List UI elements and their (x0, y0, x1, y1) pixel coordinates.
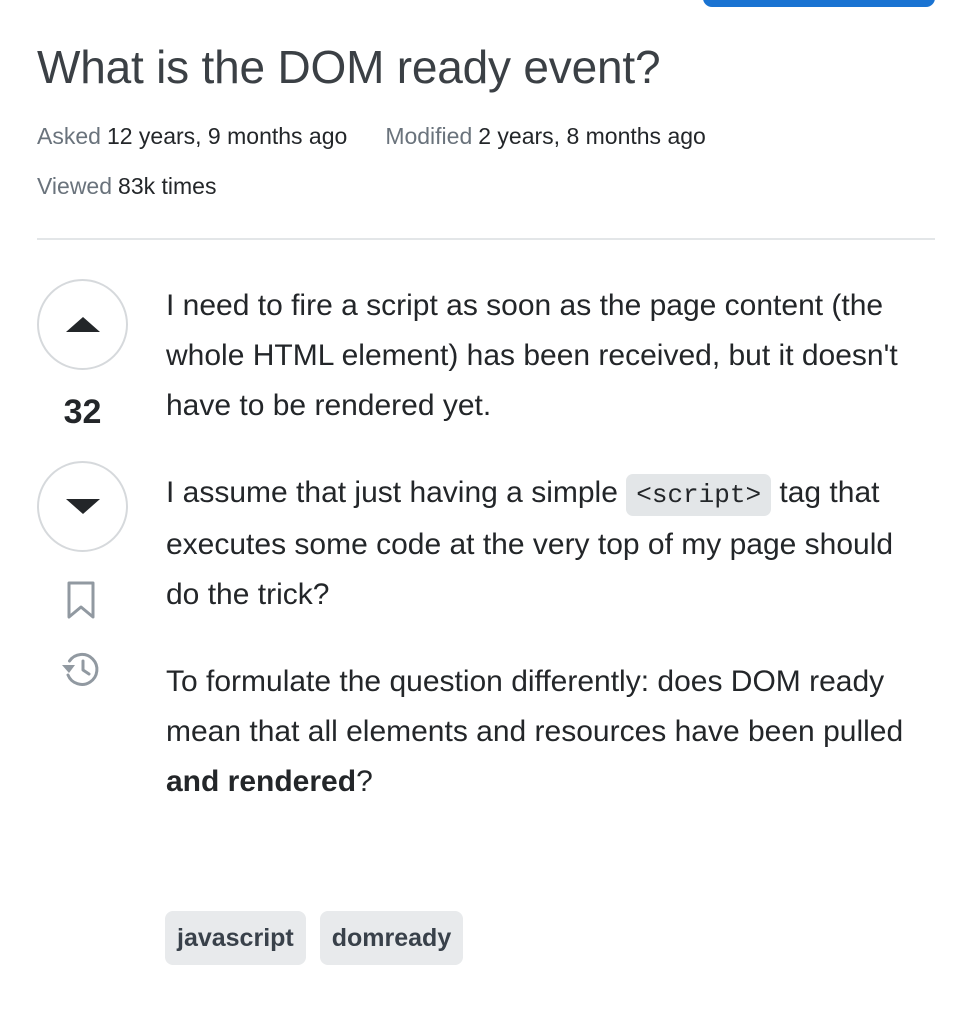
header-divider (37, 238, 935, 240)
modified-value[interactable]: 2 years, 8 months ago (478, 123, 706, 149)
asked-value: 12 years, 9 months ago (106, 123, 348, 149)
inline-code: <script> (626, 474, 772, 516)
bookmark-icon[interactable] (66, 580, 96, 620)
tag-domready[interactable]: domready (319, 911, 464, 965)
upvote-button[interactable] (37, 279, 128, 370)
question-meta-row: Asked 12 years, 9 months ago Modified 2 yea… (37, 123, 706, 150)
question-views-row: Viewed 83k times (37, 173, 216, 200)
viewed-value: 83k times (118, 173, 217, 199)
question-body: I need to fire a script as soon as the p… (166, 281, 906, 807)
viewed-label: Viewed (37, 173, 113, 199)
downvote-button[interactable] (37, 461, 128, 552)
ask-question-button[interactable] (703, 0, 935, 7)
tag-javascript[interactable]: javascript (165, 911, 306, 965)
question-title[interactable]: What is the DOM ready event? (37, 40, 661, 94)
asked-label: Asked (37, 123, 101, 149)
tag-list: javascript domready (165, 911, 464, 965)
body-paragraph-2: I assume that just having a simple <scri… (166, 474, 894, 611)
body-paragraph-1: I need to fire a script as soon as the p… (166, 289, 898, 422)
vote-count: 32 (63, 393, 102, 431)
triangle-up-icon (65, 317, 100, 332)
modified-label: Modified (385, 123, 473, 149)
triangle-down-icon (65, 499, 100, 514)
history-icon[interactable] (60, 648, 102, 690)
body-paragraph-3: To formulate the question differently: d… (166, 665, 904, 798)
bold-text: and rendered (166, 765, 357, 798)
question-page: What is the DOM ready event? Asked 12 yea… (0, 0, 972, 1024)
